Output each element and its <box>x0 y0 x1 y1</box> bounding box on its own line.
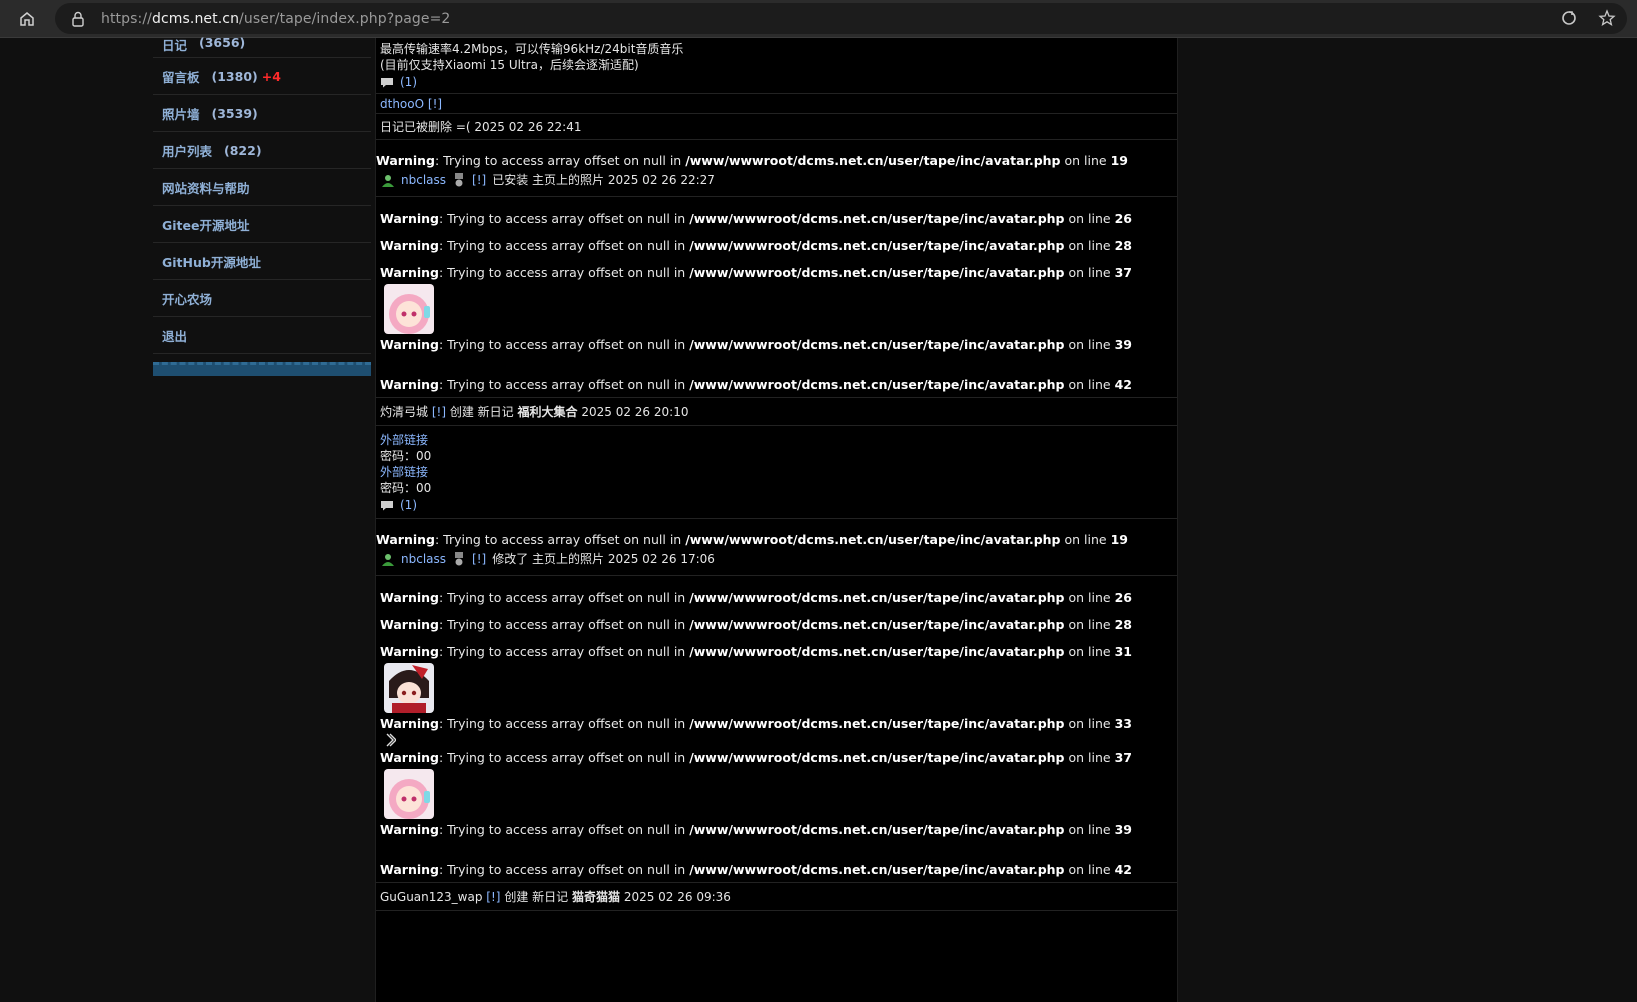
sidebar-item-label: 照片墙 <box>162 106 200 122</box>
user-icon <box>382 174 394 187</box>
report-link[interactable]: [!] <box>432 405 446 419</box>
php-warning: Warning: Trying to access array offset o… <box>380 617 1132 632</box>
comment-icon <box>381 500 393 510</box>
php-warning: Warning: Trying to access array offset o… <box>376 532 1128 547</box>
sidebar-item-count: (1380) <box>211 68 258 84</box>
sidebar-item-label: 网站资料与帮助 <box>162 180 250 196</box>
activity-text: 修改了 主页上的照片 2025 02 26 17:06 <box>492 552 715 566</box>
warning-block: Warning: Trying to access array offset o… <box>376 197 1177 398</box>
refresh-icon[interactable] <box>1559 8 1579 28</box>
post-text: 最高传输速率4.2Mbps，可以传输96kHz/24bit音质音乐 <box>380 42 684 56</box>
php-warning: Warning: Trying to access array offset o… <box>380 337 1132 352</box>
password-text: 密码：00 <box>380 449 432 463</box>
feed-entry: GuGuan123_wap [!] 创建 新日记 猫奇猫猫 2025 02 26… <box>376 883 1177 911</box>
sidebar-item-diary[interactable]: 日记 (3656) <box>153 35 371 58</box>
sidebar-item-label: GitHub开源地址 <box>162 254 261 270</box>
php-warning: Warning: Trying to access array offset o… <box>380 862 1132 877</box>
sidebar-item-guestbook[interactable]: 留言板 (1380) +4 <box>153 58 371 95</box>
php-warning: Warning: Trying to access array offset o… <box>380 750 1132 765</box>
sidebar-item-logout[interactable]: 退出 <box>153 317 371 354</box>
password-text: 密码：00 <box>380 481 432 495</box>
browser-toolbar: https://dcms.net.cn/user/tape/index.php?… <box>0 0 1637 38</box>
activity-text: 已安装 主页上的照片 2025 02 26 22:27 <box>492 173 715 187</box>
report-link[interactable]: [!] <box>428 97 442 111</box>
comment-count: (1) <box>400 498 417 512</box>
timestamp: 2025 02 26 22:41 <box>474 120 582 134</box>
warning-block: Warning: Trying to access array offset o… <box>376 576 1177 883</box>
sidebar-item-help[interactable]: 网站资料与帮助 <box>153 169 371 206</box>
post-text: (目前仅支持Xiaomi 15 Ultra，后续会逐渐适配) <box>380 58 639 72</box>
sidebar-item-gitee[interactable]: Gitee开源地址 <box>153 206 371 243</box>
activity-text: 创建 新日记 <box>449 405 514 419</box>
feed-entry: 最高传输速率4.2Mbps，可以传输96kHz/24bit音质音乐 (目前仅支持… <box>376 38 1177 94</box>
sidebar-item-label: Gitee开源地址 <box>162 217 250 233</box>
url-text: https://dcms.net.cn/user/tape/index.php?… <box>101 10 451 27</box>
feed-entry: dthooO [!] <box>376 94 1177 114</box>
user-name[interactable]: GuGuan123_wap <box>380 890 482 904</box>
feed-entry: 日记已被删除 =( 2025 02 26 22:41 <box>376 114 1177 140</box>
diary-title[interactable]: 猫奇猫猫 <box>572 890 620 904</box>
report-link[interactable]: [!] <box>486 890 500 904</box>
sidebar-item-count: (822) <box>224 142 262 158</box>
php-warning: Warning: Trying to access array offset o… <box>380 211 1132 226</box>
lock-icon[interactable] <box>71 11 87 27</box>
chevron-right-icon <box>386 733 397 747</box>
user-link[interactable]: nbclass <box>401 173 446 187</box>
comment-link[interactable]: (1) <box>380 498 1173 512</box>
medal-icon <box>455 551 464 565</box>
sidebar-item-count: (3656) <box>199 35 246 50</box>
report-link[interactable]: [!] <box>472 552 486 566</box>
avatar <box>384 663 434 713</box>
avatar <box>384 284 434 334</box>
php-warning: Warning: Trying to access array offset o… <box>380 822 1132 837</box>
new-count-badge: +4 <box>261 68 281 84</box>
sidebar-item-farm[interactable]: 开心农场 <box>153 280 371 317</box>
sidebar-item-count: (3539) <box>211 105 258 121</box>
php-warning: Warning: Trying to access array offset o… <box>376 153 1128 168</box>
address-bar[interactable]: https://dcms.net.cn/user/tape/index.php?… <box>55 3 1627 34</box>
sidebar-item-github[interactable]: GitHub开源地址 <box>153 243 371 280</box>
home-icon[interactable] <box>14 7 40 31</box>
diary-title[interactable]: 福利大集合 <box>518 405 578 419</box>
sidebar-item-label: 退出 <box>162 328 188 344</box>
php-warning: Warning: Trying to access array offset o… <box>380 644 1132 659</box>
user-name[interactable]: 灼清弓城 <box>380 405 428 419</box>
sidebar-item-users[interactable]: 用户列表 (822) <box>153 132 371 169</box>
feed-entry: Warning: Trying to access array offset o… <box>376 519 1177 576</box>
report-link[interactable]: [!] <box>472 173 486 187</box>
sidebar-item-label: 开心农场 <box>162 291 213 307</box>
php-warning: Warning: Trying to access array offset o… <box>380 716 1132 731</box>
user-link[interactable]: nbclass <box>401 552 446 566</box>
sidebar-item-photos[interactable]: 照片墙 (3539) <box>153 95 371 132</box>
sidebar-item-label: 日记 <box>162 38 188 53</box>
php-warning: Warning: Trying to access array offset o… <box>380 265 1132 280</box>
sidebar-item-label: 留言板 <box>162 69 200 85</box>
comment-link[interactable]: (1) <box>380 75 1173 89</box>
sidebar-footer-bar <box>153 362 371 376</box>
feed-entry: Warning: Trying to access array offset o… <box>376 140 1177 197</box>
user-icon <box>382 553 394 566</box>
timestamp: 2025 02 26 20:10 <box>581 405 689 419</box>
feed-entry: 灼清弓城 [!] 创建 新日记 福利大集合 2025 02 26 20:10 <box>376 398 1177 426</box>
sidebar-item-label: 用户列表 <box>162 143 213 159</box>
php-warning: Warning: Trying to access array offset o… <box>380 590 1132 605</box>
timestamp: 2025 02 26 09:36 <box>623 890 731 904</box>
user-link[interactable]: dthooO <box>380 97 424 111</box>
comment-count: (1) <box>400 75 417 89</box>
avatar <box>384 769 434 819</box>
sidebar: 日记 (3656) 留言板 (1380) +4 照片墙 (3539) 用户列表 … <box>153 35 371 376</box>
external-link[interactable]: 外部链接 <box>380 432 1173 448</box>
post-body: 外部链接 密码：00 外部链接 密码：00 (1) <box>376 426 1177 519</box>
external-link[interactable]: 外部链接 <box>380 464 1173 480</box>
activity-text: 创建 新日记 <box>504 890 569 904</box>
activity-feed: 最高传输速率4.2Mbps，可以传输96kHz/24bit音质音乐 (目前仅支持… <box>375 38 1178 1002</box>
php-warning: Warning: Trying to access array offset o… <box>380 238 1132 253</box>
deleted-notice: 日记已被删除 =( <box>380 120 471 134</box>
php-warning: Warning: Trying to access array offset o… <box>380 377 1132 392</box>
star-icon[interactable] <box>1597 8 1617 28</box>
comment-icon <box>381 77 393 87</box>
medal-icon <box>455 172 464 186</box>
